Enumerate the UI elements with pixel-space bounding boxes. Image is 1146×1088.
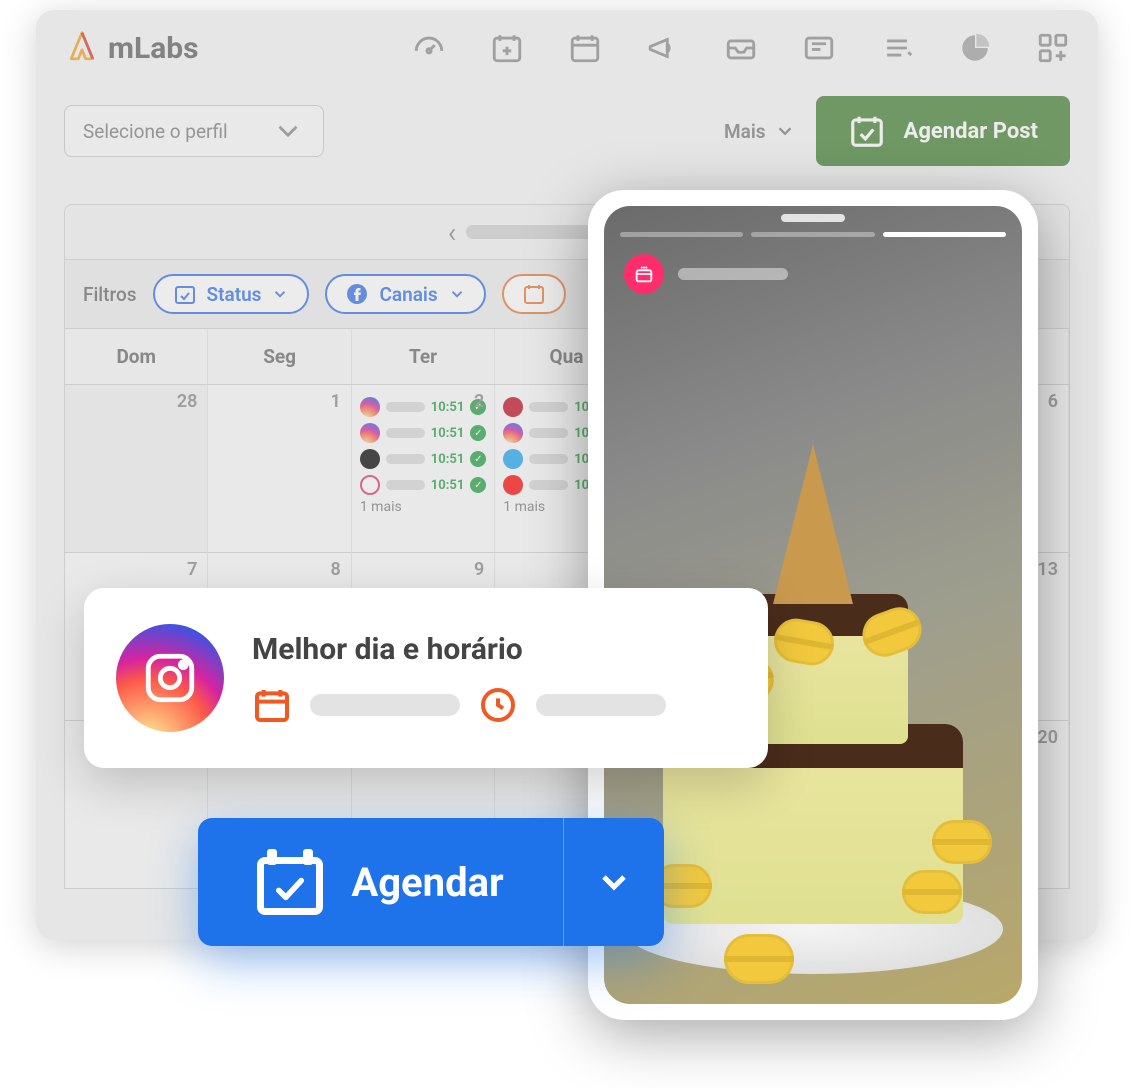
schedule-button-main[interactable]: Agendar (198, 849, 563, 915)
chevron-down-icon (448, 285, 466, 303)
ig-icon (360, 397, 380, 417)
check-icon: ✓ (470, 425, 486, 441)
logo-text: mLabs (108, 31, 199, 66)
calendar-cell[interactable]: 1 (208, 385, 351, 553)
yt-icon (503, 475, 523, 495)
schedule-post-label: Agendar Post (904, 119, 1038, 144)
schedule-button-dropdown[interactable] (564, 862, 664, 902)
toolbar: Selecione o perfil Mais Agendar Post (36, 86, 1098, 186)
week-prev-button[interactable]: ‹ (448, 216, 456, 249)
best-time-placeholder (536, 694, 666, 716)
filter-status-pill[interactable]: Status (153, 274, 310, 314)
day-number: 1 (331, 391, 341, 412)
list-icon[interactable] (880, 31, 914, 65)
event-time: 10:51 (431, 426, 465, 441)
tw-icon (503, 449, 523, 469)
instagram-icon (116, 624, 224, 732)
day-header: Seg (208, 329, 351, 384)
story-header (624, 254, 788, 294)
event-title-placeholder (386, 428, 425, 438)
inbox-icon[interactable] (724, 31, 758, 65)
event-time: 10:51 (431, 400, 465, 415)
best-time-title: Melhor dia e horário (252, 632, 736, 667)
filter-channels-label: Canais (379, 283, 437, 306)
event-title-placeholder (529, 454, 568, 464)
best-time-values (252, 685, 736, 725)
day-number: 2 (474, 391, 484, 412)
pie-chart-icon[interactable] (958, 31, 992, 65)
clock-icon (478, 685, 518, 725)
news-icon[interactable] (802, 31, 836, 65)
event-time: 10:51 (431, 478, 465, 493)
day-number: 13 (1037, 559, 1058, 580)
day-number: 7 (187, 559, 197, 580)
filters-label: Filtros (83, 283, 137, 306)
chevron-down-icon (774, 120, 796, 142)
profile-select-label: Selecione o perfil (83, 120, 228, 143)
schedule-button[interactable]: Agendar (198, 818, 664, 946)
topbar: mLabs (36, 10, 1098, 86)
apps-icon[interactable] (1036, 31, 1070, 65)
event-title-placeholder (529, 402, 568, 412)
calendar-event[interactable]: 10:51 ✓ (360, 449, 486, 469)
nav-icons (412, 31, 1070, 65)
day-number: 9 (474, 559, 484, 580)
reel-icon (360, 475, 380, 495)
pin-icon (503, 397, 523, 417)
calendar-event[interactable]: 10:51 ✓ (360, 475, 486, 495)
day-number: 28 (177, 391, 198, 412)
event-title-placeholder (529, 480, 568, 490)
calendar-event[interactable]: 10:51✓ (360, 397, 486, 417)
chevron-down-icon (594, 862, 634, 902)
dashboard-icon[interactable] (412, 31, 446, 65)
story-progress-bars (620, 232, 1006, 237)
new-post-icon[interactable] (490, 31, 524, 65)
calendar-cell[interactable]: 210:51✓10:51✓10:51✓10:51✓1 mais (352, 385, 495, 553)
calendar-check-icon (257, 849, 323, 915)
story-avatar-icon (624, 254, 664, 294)
calendar-check-icon (173, 282, 197, 306)
facebook-icon (345, 282, 369, 306)
event-title-placeholder (529, 428, 568, 438)
filter-channels-pill[interactable]: Canais (325, 274, 485, 314)
calendar-check-icon (848, 112, 886, 150)
day-number: 8 (331, 559, 341, 580)
check-icon: ✓ (470, 451, 486, 467)
more-events-link[interactable]: 1 mais (360, 499, 486, 515)
event-time: 10:51 (431, 452, 465, 467)
phone-speaker (781, 214, 845, 222)
tk-icon (360, 449, 380, 469)
filter-status-label: Status (207, 283, 262, 306)
filter-date-pill[interactable] (502, 274, 566, 314)
schedule-post-button[interactable]: Agendar Post (816, 96, 1070, 166)
logo-flame-icon (64, 30, 100, 66)
day-number: 6 (1048, 391, 1058, 412)
calendar-icon[interactable] (568, 31, 602, 65)
day-header: Ter (352, 329, 495, 384)
ig-icon (360, 423, 380, 443)
calendar-event[interactable]: 10:51 ✓ (360, 423, 486, 443)
event-title-placeholder (386, 402, 425, 412)
ig-icon (503, 423, 523, 443)
calendar-icon (252, 685, 292, 725)
schedule-button-label: Agendar (351, 859, 503, 906)
event-title-placeholder (386, 480, 425, 490)
event-title-placeholder (386, 454, 425, 464)
chevron-down-icon (271, 285, 289, 303)
calendar-icon (522, 282, 546, 306)
megaphone-icon[interactable] (646, 31, 680, 65)
profile-select[interactable]: Selecione o perfil (64, 105, 324, 157)
check-icon: ✓ (470, 477, 486, 493)
logo: mLabs (64, 30, 199, 66)
more-label: Mais (724, 120, 766, 143)
more-dropdown[interactable]: Mais (724, 120, 796, 143)
story-username-placeholder (678, 268, 788, 280)
calendar-cell[interactable]: 28 (65, 385, 208, 553)
best-time-card: Melhor dia e horário (84, 588, 768, 768)
chevron-down-icon (271, 114, 305, 148)
best-day-placeholder (310, 694, 460, 716)
day-header: Dom (65, 329, 208, 384)
day-number: 20 (1037, 727, 1058, 748)
